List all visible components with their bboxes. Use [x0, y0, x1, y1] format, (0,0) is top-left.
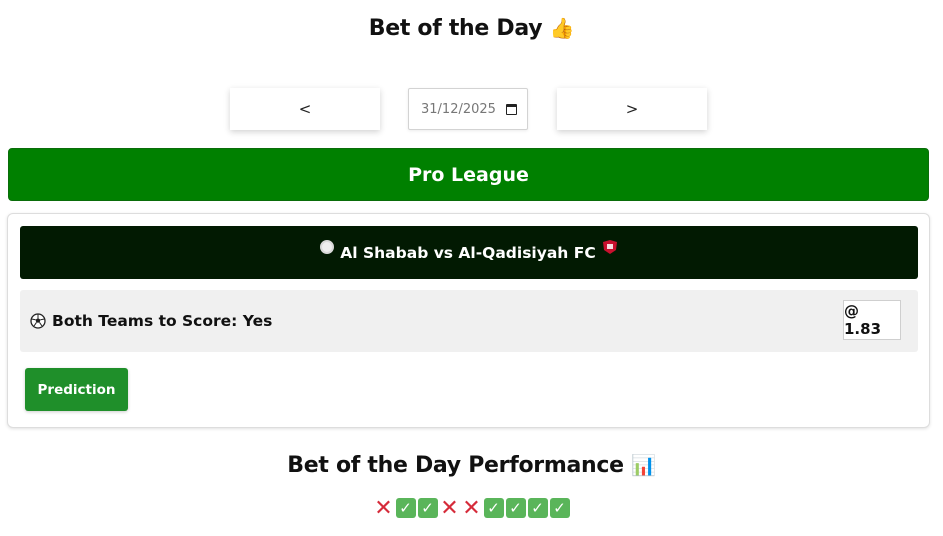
win-check-icon: ✓ [549, 498, 570, 518]
date-input[interactable]: 31/12/2025 [408, 88, 528, 130]
al-shabab-logo-icon [320, 239, 335, 254]
page-title: Bet of the Day 👍 [0, 16, 943, 41]
match-title: Al Shabab vs Al-Qadisiyah FC [340, 243, 596, 262]
performance-title-text: Bet of the Day Performance [287, 453, 624, 478]
next-day-button[interactable]: > [557, 88, 707, 130]
performance-title: Bet of the Day Performance 📊 [0, 453, 943, 478]
loss-cross-icon: ✕ [440, 495, 459, 521]
soccer-ball-icon [30, 313, 46, 329]
bet-selection-row: Both Teams to Score: Yes @ 1.83 [20, 290, 918, 352]
loss-cross-icon: ✕ [374, 495, 393, 521]
loss-cross-icon: ✕ [462, 495, 481, 521]
previous-day-button[interactable]: < [230, 88, 380, 130]
odds-value: @ 1.83 [844, 302, 882, 338]
results-row: ✕ ✓ ✓ ✕ ✕ ✓ ✓ ✓ ✓ [0, 495, 943, 521]
prediction-button[interactable]: Prediction [25, 368, 128, 411]
win-check-icon: ✓ [395, 498, 416, 518]
win-check-icon: ✓ [483, 498, 504, 518]
win-check-icon: ✓ [505, 498, 526, 518]
bet-label-group: Both Teams to Score: Yes [30, 290, 272, 352]
odds-box: @ 1.83 [843, 300, 901, 340]
bar-chart-icon: 📊 [631, 453, 656, 477]
date-value: 31/12/2025 [421, 101, 496, 117]
al-qadisiyah-logo-icon [602, 239, 617, 254]
win-check-icon: ✓ [527, 498, 548, 518]
match-header: Al Shabab vs Al-Qadisiyah FC [20, 226, 918, 279]
bet-card: Al Shabab vs Al-Qadisiyah FC Both Teams … [7, 213, 930, 428]
league-header: Pro League [8, 148, 929, 201]
win-check-icon: ✓ [417, 498, 438, 518]
thumbs-up-icon: 👍 [549, 16, 575, 40]
bet-label: Both Teams to Score: Yes [52, 312, 273, 330]
page-title-text: Bet of the Day [368, 16, 543, 41]
calendar-icon[interactable] [506, 103, 517, 115]
league-name: Pro League [408, 163, 529, 186]
